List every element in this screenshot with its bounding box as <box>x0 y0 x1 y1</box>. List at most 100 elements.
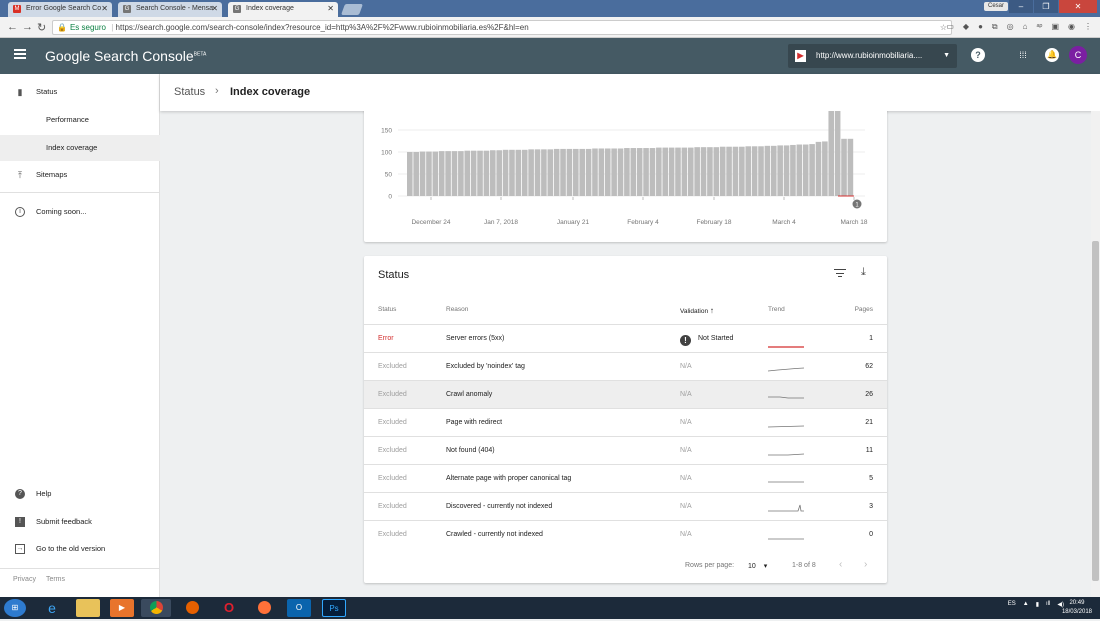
new-tab-button[interactable] <box>340 4 364 15</box>
opera-icon[interactable]: O <box>217 599 241 617</box>
outlook-icon[interactable]: O <box>287 599 311 617</box>
chart-bar[interactable] <box>502 149 509 196</box>
chart-bar[interactable] <box>426 151 432 196</box>
reload-icon[interactable]: ↻ <box>37 21 46 34</box>
chart-bar[interactable] <box>745 146 752 196</box>
extension-icon[interactable]: ᵃᵖ <box>1036 22 1042 32</box>
sidebar-item-sitemaps[interactable]: ⤒ Sitemaps <box>0 162 160 188</box>
chart-bar[interactable] <box>553 148 560 196</box>
minimize-button[interactable]: – <box>1009 0 1033 13</box>
chart-bar[interactable] <box>847 138 854 196</box>
chart-bar[interactable] <box>656 147 662 196</box>
chart-bar[interactable] <box>541 149 547 196</box>
table-row[interactable]: Excluded Crawled - currently not indexed N… <box>364 520 887 548</box>
chart-bar[interactable] <box>579 148 585 196</box>
chart-bar[interactable] <box>783 145 790 196</box>
chart-bar[interactable] <box>719 146 726 196</box>
column-header-status[interactable]: Status <box>378 306 396 313</box>
chart-bar[interactable] <box>841 138 847 196</box>
chart-bar[interactable] <box>528 149 534 196</box>
chart-bar[interactable] <box>643 148 649 196</box>
sidebar-item-submit-feedback[interactable]: ! Submit feedback <box>0 509 160 535</box>
chart-bar[interactable] <box>573 148 579 196</box>
chart-bar[interactable] <box>681 147 688 196</box>
chart-bar[interactable] <box>764 145 771 196</box>
chart-bar[interactable] <box>604 148 611 196</box>
chart-bar[interactable] <box>483 150 490 196</box>
chart-bar[interactable] <box>490 150 496 196</box>
chart-bar[interactable] <box>662 147 669 196</box>
help-icon[interactable]: ? <box>971 48 985 62</box>
extension-icon[interactable]: ▣ <box>1051 22 1059 32</box>
chart-bar[interactable] <box>534 149 541 196</box>
chart-bar[interactable] <box>592 148 598 196</box>
forward-icon[interactable]: → <box>22 21 33 33</box>
chart-bar[interactable] <box>790 144 796 196</box>
extension-icon[interactable]: ⌂ <box>1023 22 1028 32</box>
extension-icon[interactable]: ◉ <box>1068 22 1075 32</box>
chart-bar[interactable] <box>566 148 573 196</box>
menu-icon[interactable]: ⋮ <box>1084 22 1092 32</box>
close-icon[interactable]: ✕ <box>211 4 218 13</box>
chevron-up-icon[interactable]: ▲ <box>1023 601 1029 608</box>
chart-bar[interactable] <box>438 151 445 196</box>
column-header-pages[interactable]: Pages <box>855 306 873 313</box>
signal-icon[interactable]: ıll <box>1046 601 1050 608</box>
sidebar-item-index-coverage[interactable]: Index coverage <box>0 135 160 161</box>
firefox-icon[interactable] <box>252 599 276 617</box>
network-icon[interactable]: ▮ <box>1036 601 1039 608</box>
chart-bar[interactable] <box>496 150 502 196</box>
chart-bar[interactable] <box>445 151 451 196</box>
photoshop-icon[interactable]: Ps <box>322 599 346 617</box>
chart-bar[interactable] <box>687 147 694 196</box>
internet-explorer-icon[interactable]: e <box>40 599 64 617</box>
chart-bar[interactable] <box>713 147 720 196</box>
language-indicator[interactable]: ES <box>1008 601 1016 608</box>
chart-bar[interactable] <box>726 146 732 196</box>
chart-bar[interactable] <box>419 151 426 196</box>
notifications-icon[interactable]: 🔔 <box>1045 48 1059 62</box>
firefox-icon[interactable] <box>180 599 204 617</box>
scrollbar-thumb[interactable] <box>1092 241 1099 581</box>
apps-grid-icon[interactable]: ⁞⁞⁞ <box>1016 48 1030 62</box>
chart-bar[interactable] <box>822 141 828 196</box>
sidebar-item-old-version[interactable]: → Go to the old version <box>0 536 160 562</box>
chart-bar[interactable] <box>407 152 413 196</box>
start-button[interactable]: ⊞ <box>4 599 26 617</box>
filter-icon[interactable] <box>834 269 846 279</box>
browser-tab-active[interactable]: G Index coverage ✕ <box>228 2 338 18</box>
column-header-validation[interactable]: Validation ↑ <box>680 306 714 315</box>
chart-bar[interactable] <box>732 146 739 196</box>
chart-bar[interactable] <box>636 148 643 196</box>
maximize-button[interactable]: ❐ <box>1034 0 1058 13</box>
chart-bar[interactable] <box>509 149 515 196</box>
chart-bar[interactable] <box>515 149 522 196</box>
chart-bar[interactable] <box>585 148 592 196</box>
hamburger-menu-icon[interactable] <box>14 49 26 59</box>
chart-bar[interactable] <box>828 111 835 196</box>
chart-bar[interactable] <box>617 148 624 196</box>
back-icon[interactable]: ← <box>7 21 18 33</box>
table-row[interactable]: Excluded Page with redirect N/A 21 <box>364 408 887 436</box>
chart-bar[interactable] <box>815 141 822 196</box>
table-row[interactable]: Excluded Not found (404) N/A 11 <box>364 436 887 464</box>
breadcrumb-parent[interactable]: Status <box>174 86 205 98</box>
file-explorer-icon[interactable] <box>76 599 100 617</box>
cast-icon[interactable]: ▭ <box>946 22 954 32</box>
close-icon[interactable]: ✕ <box>101 4 108 13</box>
next-page-icon[interactable]: › <box>864 559 867 570</box>
chart-bar[interactable] <box>707 147 713 196</box>
table-row[interactable]: Excluded Alternate page with proper canon… <box>364 464 887 492</box>
sidebar-item-help[interactable]: ? Help <box>0 481 160 507</box>
chart-bar[interactable] <box>432 151 439 196</box>
chrome-icon[interactable] <box>141 599 171 617</box>
chart-bar[interactable] <box>649 148 656 196</box>
chart-bar[interactable] <box>413 152 419 196</box>
close-window-button[interactable]: ✕ <box>1059 0 1097 13</box>
chart-bar[interactable] <box>796 144 803 196</box>
prev-page-icon[interactable]: ‹ <box>839 559 842 570</box>
chart-bar[interactable] <box>668 147 675 196</box>
browser-tab[interactable]: M Error Google Search Co ✕ <box>8 2 112 17</box>
chart-bar[interactable] <box>624 148 630 196</box>
chart-bar[interactable] <box>560 148 566 196</box>
